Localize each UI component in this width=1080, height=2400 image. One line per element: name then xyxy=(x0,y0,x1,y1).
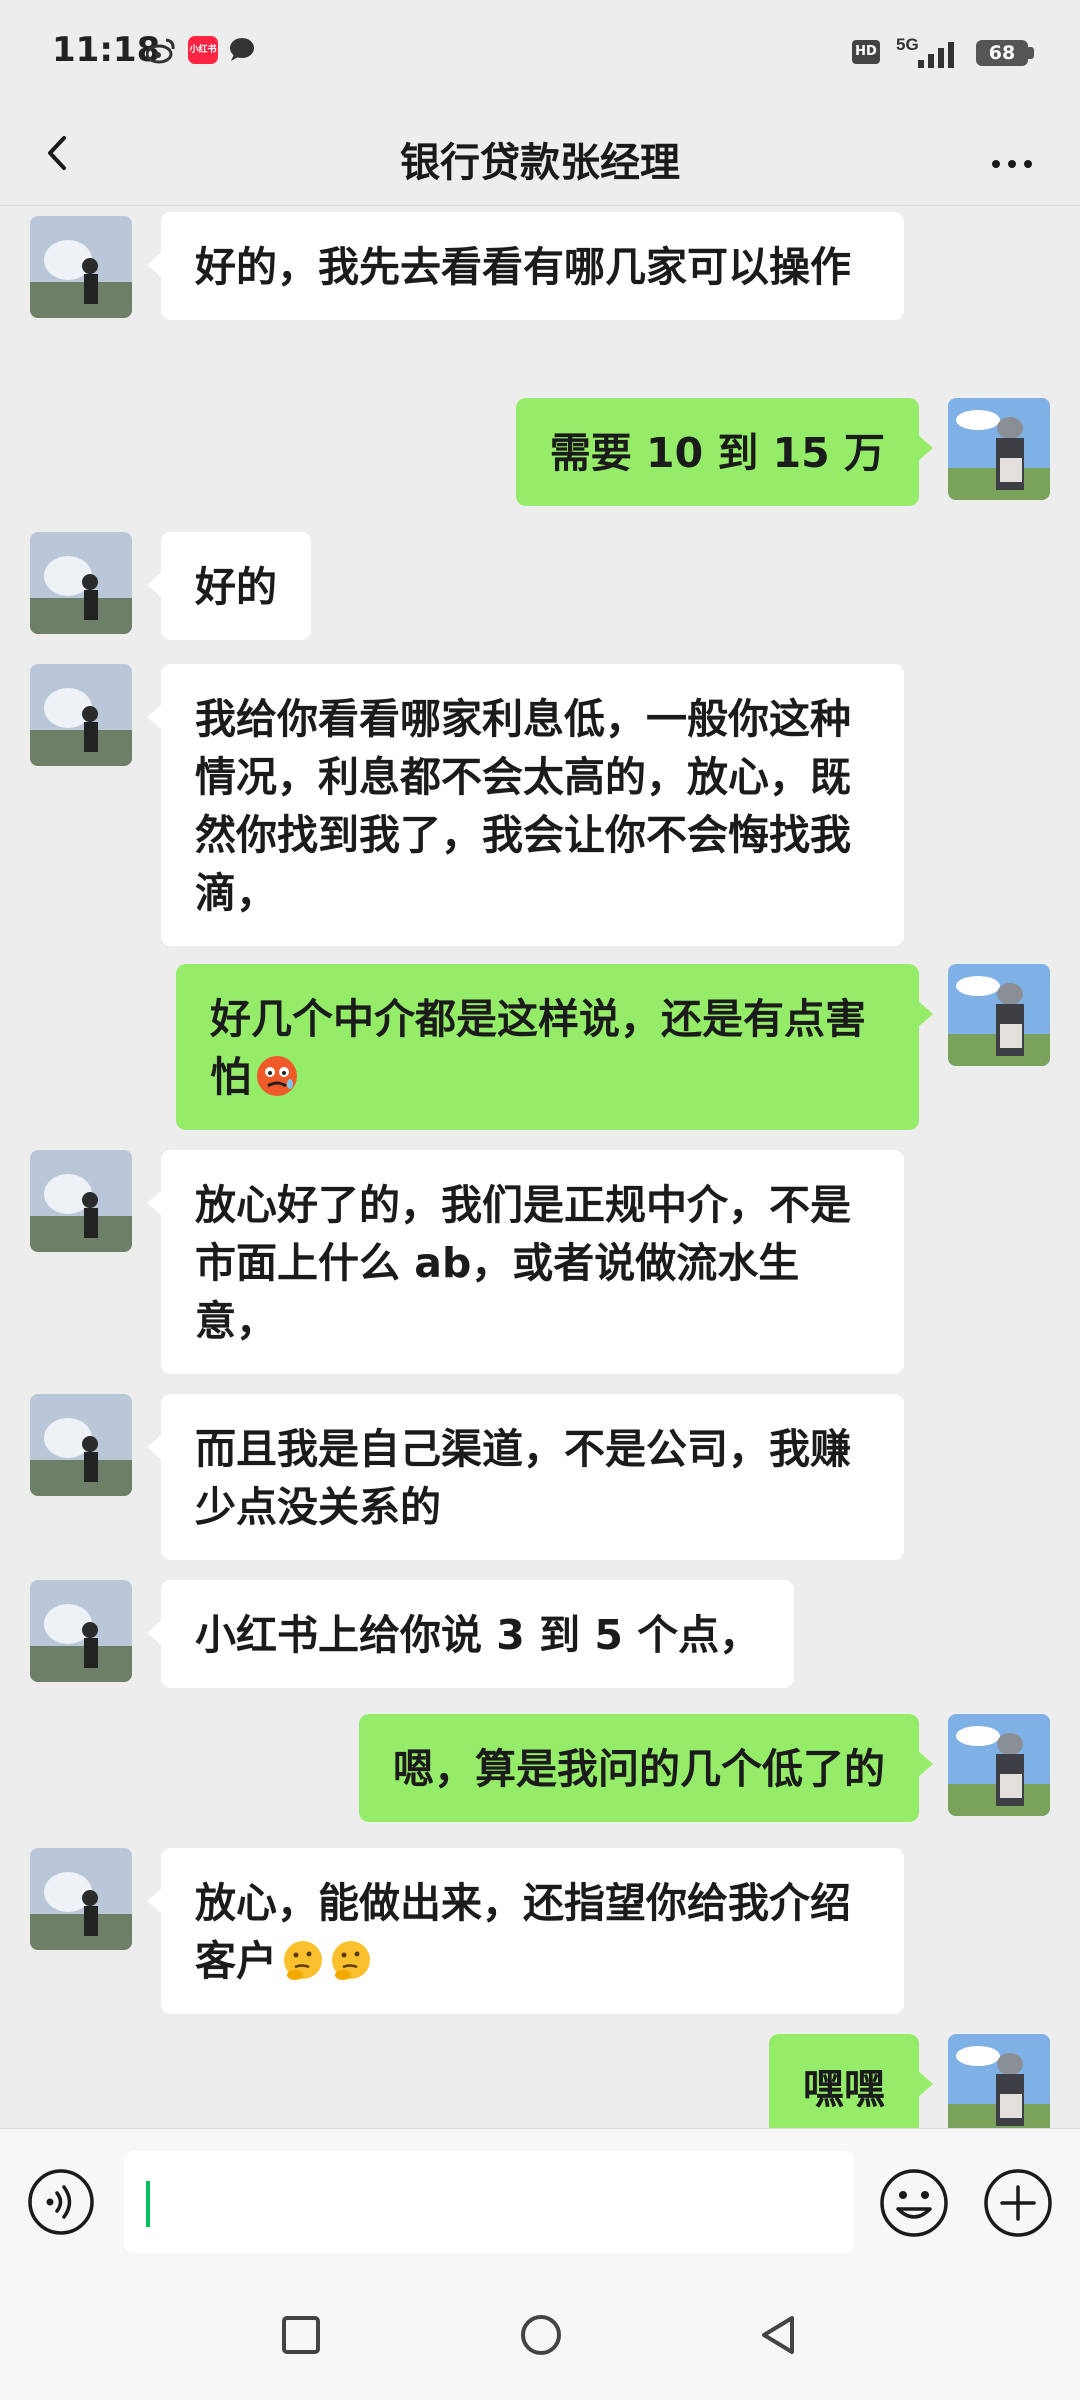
message-sent: 嗯，算是我问的几个低了的 xyxy=(0,1714,1080,1822)
contact-avatar[interactable] xyxy=(30,532,132,634)
my-avatar[interactable] xyxy=(948,964,1050,1066)
message-text: 小红书上给你说 3 到 5 个点， xyxy=(195,1611,761,1659)
message-received: 我给你看看哪家利息低，一般你这种情况，利息都不会太高的，放心，既然你找到我了，我… xyxy=(0,664,1080,946)
contact-avatar[interactable] xyxy=(30,1580,132,1682)
message-text: 好的，我先去看看有哪几家可以操作 xyxy=(195,243,851,291)
thinking-face-emoji xyxy=(332,1941,370,1980)
message-sent: 嘿嘿 xyxy=(0,2034,1080,2128)
message-text: 需要 10 到 15 万 xyxy=(549,429,885,477)
my-avatar[interactable] xyxy=(948,2034,1050,2128)
message-text: 好的 xyxy=(195,563,277,611)
circle-icon[interactable] xyxy=(518,2312,564,2358)
message-received: 小红书上给你说 3 到 5 个点， xyxy=(0,1580,1080,1688)
message-received: 放心，能做出来，还指望你给我介绍客户 xyxy=(0,1848,1080,2014)
message-sent: 好几个中介都是这样说，还是有点害怕 xyxy=(0,964,1080,1130)
chat-message-list[interactable]: 好的，我先去看看有哪几家可以操作 需要 10 到 15 万 好的 我给你看看哪家… xyxy=(0,206,1080,2128)
network-type: 5G xyxy=(896,35,919,54)
contact-avatar[interactable] xyxy=(30,664,132,766)
chat-header: 银行贷款张经理 xyxy=(0,100,1080,206)
message-sent: 需要 10 到 15 万 xyxy=(0,398,1080,506)
contact-avatar[interactable] xyxy=(30,1394,132,1496)
system-nav-bar xyxy=(0,2274,1080,2400)
message-bubble[interactable]: 好的，我先去看看有哪几家可以操作 xyxy=(147,212,904,320)
message-input[interactable] xyxy=(124,2151,854,2253)
message-bubble[interactable]: 而且我是自己渠道，不是公司，我赚少点没关系的 xyxy=(147,1394,904,1560)
message-bubble[interactable]: 小红书上给你说 3 到 5 个点， xyxy=(146,1580,795,1688)
status-bar: 11:18 小红书 HD 5G 68 xyxy=(0,0,1080,100)
message-bubble[interactable]: 放心好了的，我们是正规中介，不是市面上什么 ab，或者说做流水生意， xyxy=(147,1150,904,1374)
message-bubble[interactable]: 好几个中介都是这样说，还是有点害怕 xyxy=(176,964,933,1130)
message-text: 嗯，算是我问的几个低了的 xyxy=(393,1745,885,1793)
voice-icon[interactable] xyxy=(26,2167,96,2237)
message-text: 而且我是自己渠道，不是公司，我赚少点没关系的 xyxy=(195,1425,851,1531)
smiley-icon[interactable] xyxy=(878,2167,950,2239)
message-bubble[interactable]: 好的 xyxy=(147,532,311,640)
message-bubble[interactable]: 我给你看看哪家利息低，一般你这种情况，利息都不会太高的，放心，既然你找到我了，我… xyxy=(147,664,904,946)
status-time: 11:18 xyxy=(52,30,161,70)
message-text: 嘿嘿 xyxy=(803,2065,885,2113)
text-cursor xyxy=(146,2181,150,2227)
message-icon xyxy=(230,38,254,61)
signal-icon: 5G xyxy=(896,35,954,68)
message-text: 放心好了的，我们是正规中介，不是市面上什么 ab，或者说做流水生意， xyxy=(195,1181,851,1345)
hd-icon: HD xyxy=(852,40,880,64)
battery-icon: 68 xyxy=(976,40,1028,66)
my-avatar[interactable] xyxy=(948,1714,1050,1816)
more-dots-icon[interactable] xyxy=(976,120,1046,180)
message-received: 而且我是自己渠道，不是公司，我赚少点没关系的 xyxy=(0,1394,1080,1560)
input-bar xyxy=(0,2128,1080,2275)
contact-avatar[interactable] xyxy=(30,216,132,318)
message-bubble[interactable]: 需要 10 到 15 万 xyxy=(515,398,934,506)
message-received: 好的，我先去看看有哪几家可以操作 xyxy=(0,212,1080,368)
xiaohongshu-label: 小红书 xyxy=(189,45,217,55)
my-avatar[interactable] xyxy=(948,398,1050,500)
square-icon[interactable] xyxy=(280,2314,322,2356)
chat-title: 银行贷款张经理 xyxy=(400,140,680,186)
plus-icon[interactable] xyxy=(982,2167,1054,2239)
contact-avatar[interactable] xyxy=(30,1150,132,1252)
weibo-icon xyxy=(146,38,175,64)
triangle-back-icon[interactable] xyxy=(756,2312,802,2358)
battery-tip xyxy=(1028,47,1034,59)
message-text: 我给你看看哪家利息低，一般你这种情况，利息都不会太高的，放心，既然你找到我了，我… xyxy=(195,695,851,917)
fearful-face-emoji xyxy=(257,1056,297,1096)
xiaohongshu-icon: 小红书 xyxy=(188,36,218,64)
message-received: 好的 xyxy=(0,532,1080,640)
message-bubble[interactable]: 嘿嘿 xyxy=(769,2034,933,2128)
message-received: 放心好了的，我们是正规中介，不是市面上什么 ab，或者说做流水生意， xyxy=(0,1150,1080,1374)
thinking-face-emoji xyxy=(284,1941,322,1980)
message-text: 好几个中介都是这样说，还是有点害怕 xyxy=(210,995,866,1101)
contact-avatar[interactable] xyxy=(30,1848,132,1950)
message-bubble[interactable]: 嗯，算是我问的几个低了的 xyxy=(359,1714,933,1822)
message-bubble[interactable]: 放心，能做出来，还指望你给我介绍客户 xyxy=(147,1848,904,2014)
